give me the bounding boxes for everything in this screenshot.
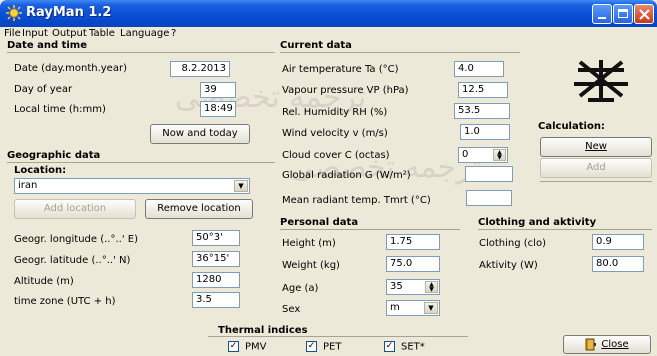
clothing-title: Clothing and aktivity [478,217,597,228]
date-time-group [7,52,275,53]
height-label: Height (m) [282,238,336,249]
close-button-label: Close [601,339,629,350]
menu-input[interactable]: Input [22,28,48,39]
age-field[interactable]: 35 ▲ ▼ [386,279,440,295]
weight-field[interactable]: 75.0 [386,256,440,272]
local-time-field[interactable]: 18:49 [200,101,236,117]
mean-radiant-label: Mean radiant temp. Tmrt (°C) [282,195,431,206]
geo-title: Geographic data [7,150,101,161]
checkbox-check-icon: ✓ [306,341,317,352]
maximize-icon[interactable] [613,4,633,24]
age-value: 35 [390,281,403,292]
longitude-field[interactable]: 50°3' [192,230,240,246]
cloud-cover-field[interactable]: 0 ▲ ▼ [458,147,508,163]
pmv-checkbox[interactable]: ✓ PMV [228,341,267,353]
remove-location-button[interactable]: Remove location [145,199,253,219]
clothing-field[interactable]: 0.9 [592,234,644,250]
set-label: SET* [401,341,425,353]
air-temp-field[interactable]: 4.0 [454,61,504,77]
sex-combo[interactable]: m ▼ [386,300,440,316]
date-label: Date (day.month.year) [14,63,127,74]
clothing-label: Clothing (clo) [479,238,546,249]
sex-label: Sex [282,304,301,315]
new-button[interactable]: New [540,137,652,157]
altitude-label: Altitude (m) [14,276,74,287]
calc-divider [540,181,652,182]
vapour-pressure-field[interactable]: 12.5 [458,82,508,98]
sex-value: m [390,302,400,313]
minimize-icon[interactable] [592,4,612,24]
add-location-button[interactable]: Add location [14,199,136,219]
activity-label: Aktivity (W) [479,260,538,271]
cloud-cover-label: Cloud cover C (octas) [282,150,390,161]
date-field[interactable]: 8.2.2013 [170,61,230,77]
longitude-label: Geogr. longitude (..°..' E) [14,234,138,245]
pmv-label: PMV [245,341,267,353]
menu-output[interactable]: Output [52,28,87,39]
latitude-label: Geogr. latitude (..°..' N) [14,255,131,266]
pet-label: PET [323,341,342,353]
day-of-year-label: Day of year [14,84,73,95]
checkbox-check-icon: ✓ [384,341,395,352]
menu-help[interactable]: ? [171,28,176,39]
thermal-indices-group [208,336,468,337]
chevron-down-icon[interactable]: ▼ [234,180,248,192]
air-temp-label: Air temperature Ta (°C) [282,64,399,75]
vapour-pressure-label: Vapour pressure VP (hPa) [282,85,409,96]
title-bar[interactable]: RayMan 1.2 [0,0,657,27]
spinner-icon[interactable]: ▲ ▼ [493,149,506,161]
menu-bar: File Input Output Table Language ? [0,27,657,41]
age-label: Age (a) [282,283,319,294]
menu-file[interactable]: File [4,28,21,39]
chevron-down-icon[interactable]: ▼ [424,302,438,314]
latitude-field[interactable]: 36°15' [192,251,240,267]
weight-label: Weight (kg) [282,260,340,271]
close-button[interactable]: Close [563,335,651,354]
global-radiation-label: Global radiation G (W/m²) [282,170,411,181]
set-checkbox[interactable]: ✓ SET* [384,341,425,353]
menu-table[interactable]: Table [89,28,115,39]
altitude-field[interactable]: 1280 [192,272,240,288]
date-time-title: Date and time [7,40,88,51]
rayman-window: RayMan 1.2 File Input Output Table Langu… [0,0,657,356]
rel-humidity-label: Rel. Humidity RH (%) [282,107,388,118]
time-zone-field[interactable]: 3.5 [192,292,240,308]
current-data-group [280,52,520,53]
calculation-title: Calculation: [538,121,605,132]
current-data-title: Current data [280,40,352,51]
location-label: Location: [14,165,67,176]
location-combo[interactable]: iran ▼ [14,178,250,194]
wind-velocity-label: Wind velocity v (m/s) [282,128,388,139]
geo-group [7,162,275,163]
wind-velocity-field[interactable]: 1.0 [460,124,510,140]
rayman-logo [574,60,628,102]
thermal-indices-title: Thermal indices [218,325,308,336]
location-value: iran [18,180,38,191]
rel-humidity-field[interactable]: 53.5 [454,103,510,119]
pet-checkbox[interactable]: ✓ PET [306,341,341,353]
day-of-year-field[interactable]: 39 [200,82,236,98]
personal-data-group [280,229,460,230]
spinner-icon[interactable]: ▲ ▼ [425,281,438,293]
add-button[interactable]: Add [540,158,652,178]
global-radiation-field[interactable] [465,166,513,182]
cloud-cover-value: 0 [462,149,469,160]
now-and-today-button[interactable]: Now and today [150,124,250,144]
checkbox-check-icon: ✓ [228,341,239,352]
close-door-icon [585,338,597,350]
close-icon[interactable] [634,4,654,24]
new-button-label: New [585,141,607,152]
time-zone-label: time zone (UTC + h) [14,296,116,307]
activity-field[interactable]: 80.0 [592,256,644,272]
rayman-app-icon [6,5,22,21]
window-title: RayMan 1.2 [26,5,112,20]
personal-data-title: Personal data [280,217,359,228]
menu-language[interactable]: Language [120,28,169,39]
local-time-label: Local time (h:mm) [14,104,106,115]
height-field[interactable]: 1.75 [386,234,440,250]
clothing-group [478,229,652,230]
mean-radiant-field[interactable] [466,190,512,206]
